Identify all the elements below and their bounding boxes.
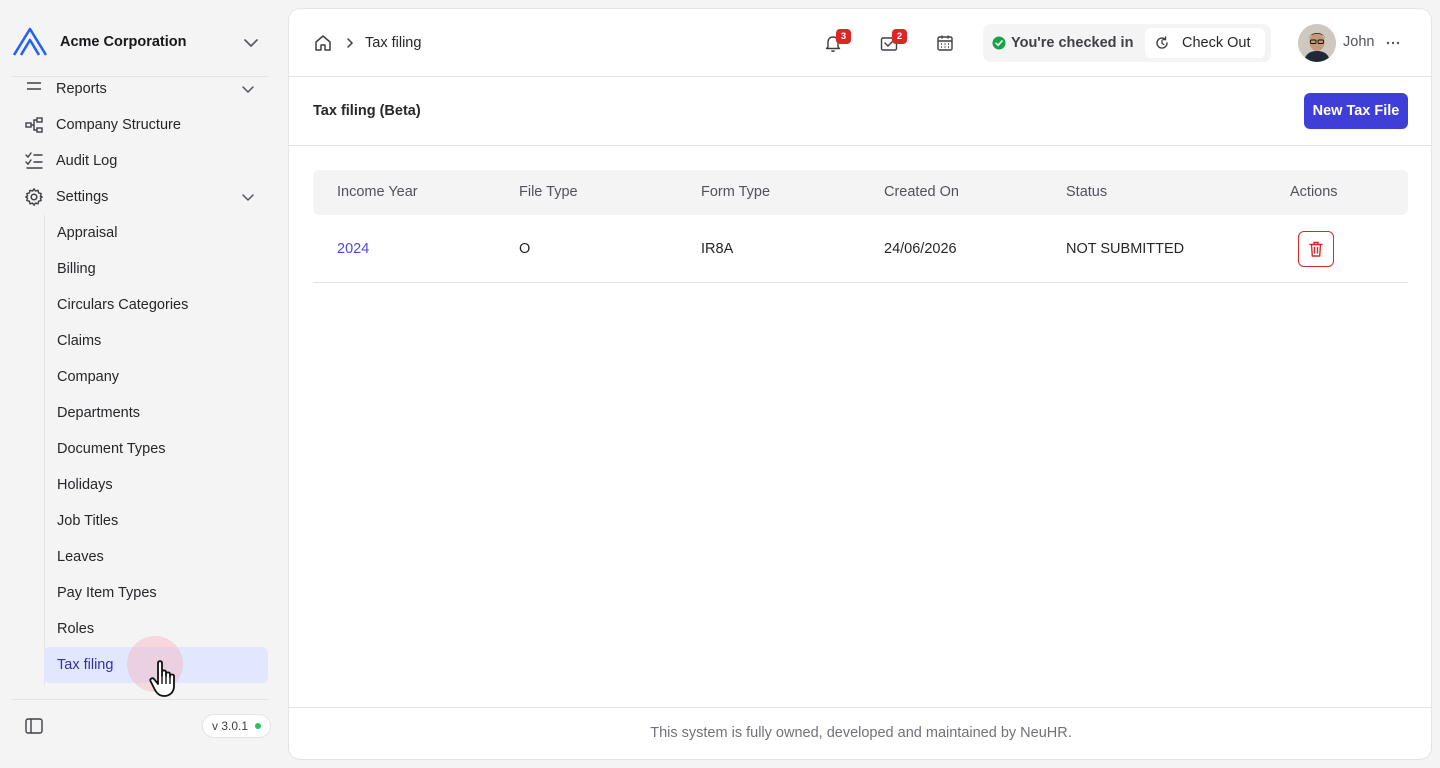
sidebar-item-company[interactable]: Company bbox=[44, 359, 268, 395]
chevron-down-icon[interactable] bbox=[242, 34, 260, 52]
company-logo-icon bbox=[12, 27, 48, 56]
sidebar: Acme Corporation Reports Company Structu… bbox=[0, 0, 280, 768]
income-year-link[interactable]: 2024 bbox=[337, 241, 369, 257]
company-structure-icon bbox=[25, 117, 43, 133]
delete-button[interactable] bbox=[1298, 231, 1334, 267]
more-horizontal-icon[interactable] bbox=[1383, 33, 1403, 53]
home-icon[interactable] bbox=[313, 33, 333, 53]
sidebar-item-label: Roles bbox=[57, 621, 95, 637]
topbar: Tax filing 3 2 You're checked in Check O… bbox=[289, 9, 1431, 77]
sidebar-item-label: Leaves bbox=[57, 549, 104, 565]
reports-icon bbox=[27, 82, 41, 90]
sidebar-item-label: Settings bbox=[56, 189, 109, 205]
sidebar-item-label: Pay Item Types bbox=[57, 585, 157, 601]
sidebar-item-label: Document Types bbox=[57, 441, 166, 457]
created-on-cell: 24/06/2026 bbox=[884, 241, 957, 257]
sidebar-item-audit-log[interactable]: Audit Log bbox=[12, 145, 268, 177]
inbox-count-badge: 2 bbox=[892, 29, 907, 44]
table-row: 2024 O IR8A 24/06/2026 NOT SUBMITTED bbox=[313, 215, 1408, 283]
user-name[interactable]: John bbox=[1343, 34, 1374, 50]
check-out-label: Check Out bbox=[1182, 35, 1251, 51]
settings-gear-icon bbox=[25, 188, 43, 206]
sidebar-item-appraisal[interactable]: Appraisal bbox=[44, 215, 268, 251]
sidebar-item-label: Billing bbox=[57, 261, 96, 277]
trash-icon bbox=[1309, 241, 1323, 257]
notifications-count-badge: 3 bbox=[836, 29, 851, 44]
sidebar-item-circulars-categories[interactable]: Circulars Categories bbox=[44, 287, 268, 323]
status-dot bbox=[255, 723, 262, 729]
chevron-down-icon[interactable] bbox=[240, 189, 256, 205]
sidebar-item-billing[interactable]: Billing bbox=[44, 251, 268, 287]
column-header-form-type: Form Type bbox=[701, 184, 771, 200]
column-header-file-type: File Type bbox=[519, 184, 578, 200]
clock-refresh-icon bbox=[1156, 36, 1168, 49]
sidebar-item-label: Company bbox=[57, 369, 120, 385]
avatar[interactable] bbox=[1298, 24, 1336, 62]
chevron-right-icon bbox=[347, 38, 354, 48]
page-title: Tax filing (Beta) bbox=[313, 103, 421, 119]
sidebar-item-pay-item-types[interactable]: Pay Item Types bbox=[44, 575, 268, 611]
column-header-income-year: Income Year bbox=[337, 184, 418, 200]
org-switcher[interactable]: Acme Corporation bbox=[12, 24, 268, 60]
version-label: v 3.0.1 bbox=[212, 719, 249, 733]
form-type-cell: IR8A bbox=[701, 241, 734, 257]
footer: This system is fully owned, developed an… bbox=[289, 707, 1431, 759]
sidebar-item-label: Appraisal bbox=[57, 225, 118, 241]
sidebar-item-label: Circulars Categories bbox=[57, 297, 189, 313]
table-header: Income Year File Type Form Type Created … bbox=[313, 170, 1408, 215]
version-badge: v 3.0.1 bbox=[202, 714, 272, 738]
sidebar-item-reports[interactable]: Reports bbox=[12, 77, 268, 105]
org-name: Acme Corporation bbox=[60, 34, 187, 50]
sidebar-toggle-icon[interactable] bbox=[24, 716, 44, 736]
file-type-cell: O bbox=[519, 241, 531, 257]
check-out-button[interactable]: Check Out bbox=[1145, 28, 1265, 58]
sidebar-item-label: Audit Log bbox=[56, 153, 118, 169]
breadcrumb: Tax filing bbox=[313, 33, 421, 53]
sidebar-item-settings[interactable]: Settings bbox=[12, 181, 268, 213]
sidebar-item-label: Departments bbox=[57, 405, 141, 421]
sidebar-item-label: Reports bbox=[56, 81, 107, 97]
audit-log-icon bbox=[25, 152, 43, 169]
calendar-icon[interactable] bbox=[935, 33, 955, 53]
sidebar-item-holidays[interactable]: Holidays bbox=[44, 467, 268, 503]
breadcrumb-current: Tax filing bbox=[365, 35, 422, 51]
sidebar-item-label: Tax filing bbox=[57, 657, 114, 673]
sidebar-item-label: Job Titles bbox=[57, 513, 119, 529]
new-tax-file-button[interactable]: New Tax File bbox=[1304, 93, 1408, 129]
footer-text: This system is fully owned, developed an… bbox=[650, 725, 1072, 741]
main-panel: Tax filing 3 2 You're checked in Check O… bbox=[288, 8, 1432, 760]
sidebar-item-label: Claims bbox=[57, 333, 102, 349]
attendance-status: You're checked in Check Out bbox=[983, 24, 1271, 62]
check-circle-icon bbox=[992, 36, 1006, 50]
sidebar-divider bbox=[12, 699, 268, 700]
chevron-down-icon bbox=[242, 86, 254, 94]
user-photo-icon bbox=[1298, 24, 1336, 62]
sidebar-item-leaves[interactable]: Leaves bbox=[44, 539, 268, 575]
sidebar-item-company-structure[interactable]: Company Structure bbox=[12, 109, 268, 141]
status-cell: NOT SUBMITTED bbox=[1066, 241, 1185, 257]
column-header-created-on: Created On bbox=[884, 184, 959, 200]
sidebar-item-claims[interactable]: Claims bbox=[44, 323, 268, 359]
tax-filing-table: Income Year File Type Form Type Created … bbox=[313, 170, 1408, 283]
column-header-actions: Actions bbox=[1290, 184, 1338, 200]
sidebar-item-departments[interactable]: Departments bbox=[44, 395, 268, 431]
sidebar-item-document-types[interactable]: Document Types bbox=[44, 431, 268, 467]
column-header-status: Status bbox=[1066, 184, 1108, 200]
sidebar-item-label: Holidays bbox=[57, 477, 113, 493]
page-header: Tax filing (Beta) New Tax File bbox=[289, 78, 1431, 146]
sidebar-item-job-titles[interactable]: Job Titles bbox=[44, 503, 268, 539]
checkin-status-text: You're checked in bbox=[1011, 35, 1134, 51]
sidebar-nav[interactable]: Reports Company Structure Audit Log Sett… bbox=[0, 77, 280, 699]
sidebar-item-label: Company Structure bbox=[56, 117, 181, 133]
hand-pointer-cursor-icon bbox=[149, 660, 175, 697]
